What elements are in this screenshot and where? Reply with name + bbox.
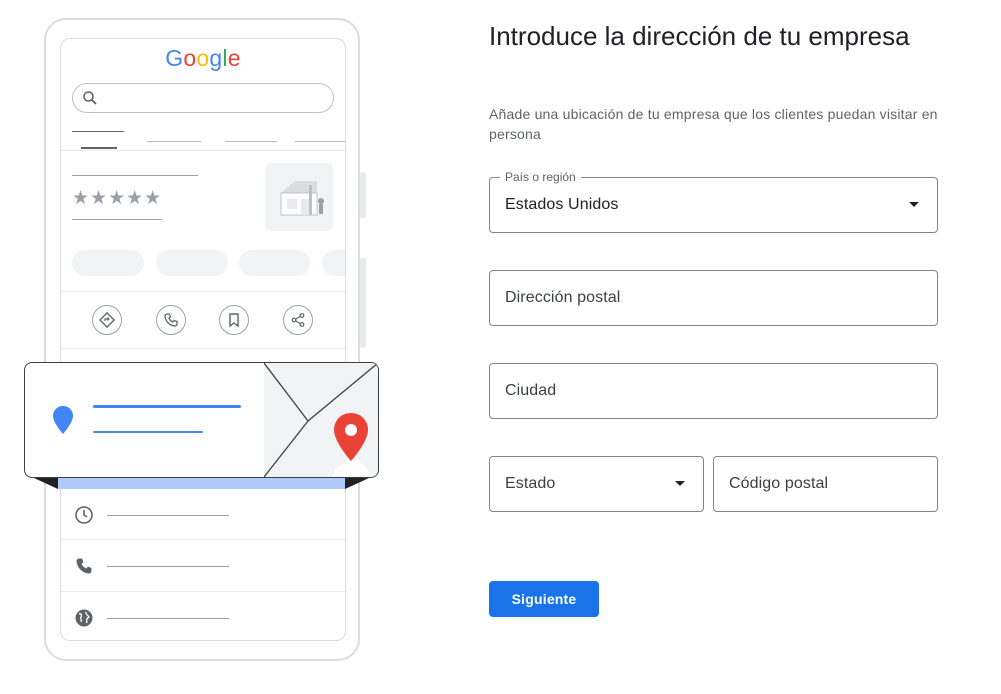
placeholder-line xyxy=(107,566,229,567)
state-select[interactable]: Estado xyxy=(489,456,704,512)
divider xyxy=(61,539,345,540)
illustration-chip xyxy=(156,250,228,276)
logo-letter: G xyxy=(165,45,184,71)
illustration-tab xyxy=(147,141,201,142)
business-thumbnail xyxy=(265,163,333,231)
placeholder-line xyxy=(107,515,229,516)
logo-letter: e xyxy=(227,45,241,71)
illustration-chip xyxy=(72,250,144,276)
rating-stars: ★★★★★ xyxy=(72,188,163,209)
highlight-bar xyxy=(58,478,345,489)
country-select[interactable]: País o región Estados Unidos xyxy=(489,170,938,233)
address-line xyxy=(93,405,241,408)
search-icon xyxy=(83,91,97,105)
country-value: Estados Unidos xyxy=(505,196,619,213)
bookmark-icon xyxy=(219,305,249,335)
phone-icon xyxy=(73,555,95,577)
directions-icon xyxy=(92,305,122,335)
placeholder-line xyxy=(72,219,162,220)
logo-letter: g xyxy=(209,45,223,71)
divider xyxy=(61,150,345,151)
illustration-tab xyxy=(72,131,124,132)
card-fold xyxy=(345,478,369,489)
illustration-tab xyxy=(295,141,345,142)
address-card-illustration xyxy=(24,362,379,478)
city-placeholder: Ciudad xyxy=(505,382,557,399)
storefront-icon xyxy=(280,181,324,216)
illustration-chip xyxy=(239,250,310,276)
logo-letter: o xyxy=(196,45,210,71)
placeholder-line xyxy=(72,175,198,176)
street-address-placeholder: Dirección postal xyxy=(505,289,621,306)
info-row-hours xyxy=(61,490,345,540)
google-logo: Google xyxy=(61,45,345,72)
divider xyxy=(61,291,345,292)
phone-side-button xyxy=(360,258,366,348)
page-title: Introduce la dirección de tu empresa xyxy=(489,21,910,51)
address-line xyxy=(93,431,203,433)
page-subtitle: Añade una ubicación de tu empresa que lo… xyxy=(489,106,938,142)
postal-code-placeholder: Código postal xyxy=(729,475,829,492)
map-thumbnail xyxy=(263,363,378,477)
phone-side-button xyxy=(360,172,366,218)
red-map-pin-icon xyxy=(334,413,368,461)
share-icon xyxy=(283,305,313,335)
phone-icon xyxy=(156,305,186,335)
illustration-search-bar xyxy=(72,83,334,113)
dropdown-arrow-icon xyxy=(675,481,685,486)
divider xyxy=(61,348,345,349)
street-address-field[interactable]: Dirección postal xyxy=(489,270,938,326)
info-row-website xyxy=(61,593,345,640)
logo-letter: o xyxy=(183,45,197,71)
divider xyxy=(61,591,345,592)
blue-map-pin-icon xyxy=(53,406,73,434)
placeholder-line xyxy=(107,618,229,619)
postal-code-field[interactable]: Código postal xyxy=(713,456,938,512)
phone-screen: Google ★★★★★ xyxy=(60,38,346,641)
illustration-chip xyxy=(322,250,345,276)
illustration-tab xyxy=(81,147,117,149)
clock-icon xyxy=(73,504,95,526)
info-row-phone xyxy=(61,541,345,591)
dropdown-arrow-icon xyxy=(909,202,919,207)
card-fold xyxy=(34,478,58,489)
illustration-tab xyxy=(225,141,277,142)
next-button[interactable]: Siguiente xyxy=(489,581,599,617)
globe-icon xyxy=(73,607,95,629)
state-placeholder: Estado xyxy=(505,475,556,492)
city-field[interactable]: Ciudad xyxy=(489,363,938,419)
